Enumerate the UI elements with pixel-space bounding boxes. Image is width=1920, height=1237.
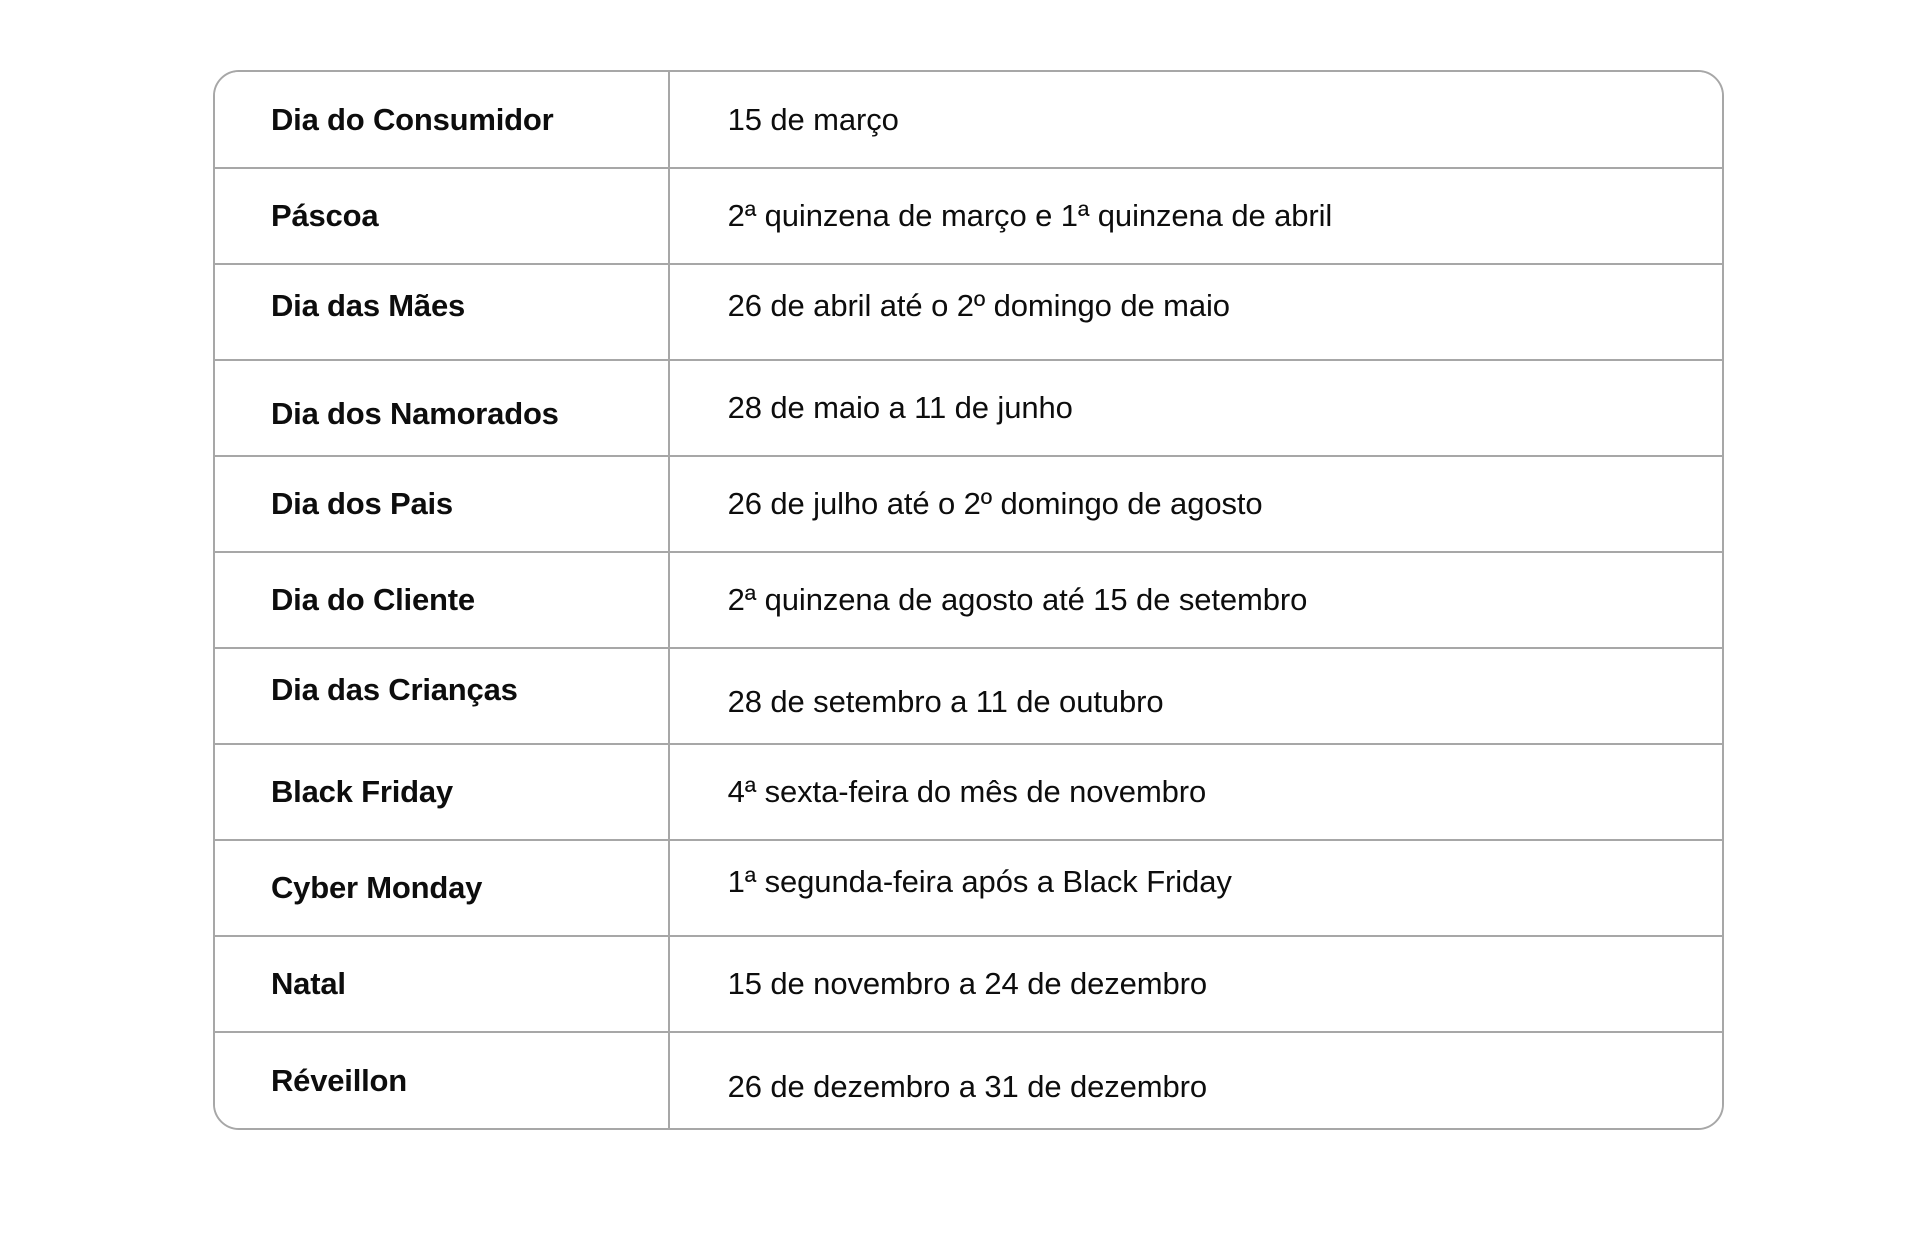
event-period-label: 2ª quinzena de agosto até 15 de setembro [727, 582, 1308, 618]
table-cell-event-name: Dia das Crianças [215, 648, 670, 745]
event-name-label: Cyber Monday [271, 870, 483, 906]
table-row: Natal 15 de novembro a 24 de dezembro [215, 936, 1722, 1033]
table-cell-event-period: 4ª sexta-feira do mês de novembro [668, 744, 1722, 841]
table-row: Dia dos Pais 26 de julho até o 2º doming… [215, 456, 1722, 553]
table-cell-event-name: Dia do Cliente [215, 552, 670, 649]
table-cell-event-period: 2ª quinzena de agosto até 15 de setembro [668, 552, 1722, 649]
table-cell-event-period: 15 de novembro a 24 de dezembro [668, 936, 1722, 1033]
event-period-label: 4ª sexta-feira do mês de novembro [727, 774, 1207, 810]
event-period-label: 15 de março [727, 101, 899, 137]
event-name-label: Dia das Crianças [271, 672, 518, 708]
table-cell-event-name: Dia do Consumidor [215, 72, 670, 169]
table-row: Cyber Monday 1ª segunda-feira após a Bla… [215, 840, 1722, 937]
event-period-label: 28 de maio a 11 de junho [727, 390, 1073, 426]
event-period-label: 2ª quinzena de março e 1ª quinzena de ab… [727, 198, 1333, 234]
calendar-table-body: Dia do Consumidor 15 de março Páscoa 2ª … [215, 72, 1722, 1128]
table-row: Dia das Mães 26 de abril até o 2º doming… [215, 264, 1722, 361]
table-cell-event-name: Cyber Monday [215, 840, 670, 937]
event-period-label: 26 de julho até o 2º domingo de agosto [727, 486, 1263, 522]
event-name-label: Dia do Consumidor [271, 101, 554, 137]
table-row: Dia das Crianças 28 de setembro a 11 de … [215, 648, 1722, 745]
event-name-label: Dia dos Pais [271, 486, 453, 522]
event-name-label: Dia dos Namorados [271, 396, 559, 432]
table-cell-event-name: Dia das Mães [215, 264, 670, 361]
page-root: Dia do Consumidor 15 de março Páscoa 2ª … [0, 0, 1920, 1237]
table-row: Dia dos Namorados 28 de maio a 11 de jun… [215, 360, 1722, 457]
table-row: Dia do Cliente 2ª quinzena de agosto até… [215, 552, 1722, 649]
calendar-table-card: Dia do Consumidor 15 de março Páscoa 2ª … [213, 70, 1724, 1130]
event-period-label: 28 de setembro a 11 de outubro [727, 684, 1164, 720]
table-cell-event-period: 26 de dezembro a 31 de dezembro [668, 1032, 1722, 1128]
table-cell-event-period: 26 de julho até o 2º domingo de agosto [668, 456, 1722, 553]
event-name-label: Dia do Cliente [271, 582, 475, 618]
table-cell-event-name: Dia dos Namorados [215, 360, 670, 457]
table-cell-event-period: 1ª segunda-feira após a Black Friday [668, 840, 1722, 937]
table-cell-event-period: 28 de setembro a 11 de outubro [668, 648, 1722, 745]
event-name-label: Páscoa [271, 198, 379, 234]
event-period-label: 26 de dezembro a 31 de dezembro [727, 1068, 1208, 1104]
event-name-label: Dia das Mães [271, 288, 466, 324]
event-name-label: Natal [271, 966, 346, 1002]
table-cell-event-name: Réveillon [215, 1032, 670, 1128]
table-cell-event-name: Páscoa [215, 168, 670, 265]
table-cell-event-name: Dia dos Pais [215, 456, 670, 553]
table-row: Réveillon 26 de dezembro a 31 de dezembr… [215, 1032, 1722, 1128]
table-cell-event-name: Black Friday [215, 744, 670, 841]
table-row: Black Friday 4ª sexta-feira do mês de no… [215, 744, 1722, 841]
event-period-label: 1ª segunda-feira após a Black Friday [727, 864, 1232, 900]
event-period-label: 26 de abril até o 2º domingo de maio [727, 288, 1230, 324]
table-cell-event-period: 15 de março [668, 72, 1722, 169]
event-period-label: 15 de novembro a 24 de dezembro [727, 966, 1208, 1002]
table-cell-event-period: 2ª quinzena de março e 1ª quinzena de ab… [668, 168, 1722, 265]
event-name-label: Black Friday [271, 774, 453, 810]
table-row: Páscoa 2ª quinzena de março e 1ª quinzen… [215, 168, 1722, 265]
table-cell-event-period: 28 de maio a 11 de junho [668, 360, 1722, 457]
table-cell-event-name: Natal [215, 936, 670, 1033]
event-name-label: Réveillon [271, 1062, 408, 1098]
table-row: Dia do Consumidor 15 de março [215, 72, 1722, 169]
calendar-table: Dia do Consumidor 15 de março Páscoa 2ª … [215, 72, 1722, 1128]
table-cell-event-period: 26 de abril até o 2º domingo de maio [668, 264, 1722, 361]
